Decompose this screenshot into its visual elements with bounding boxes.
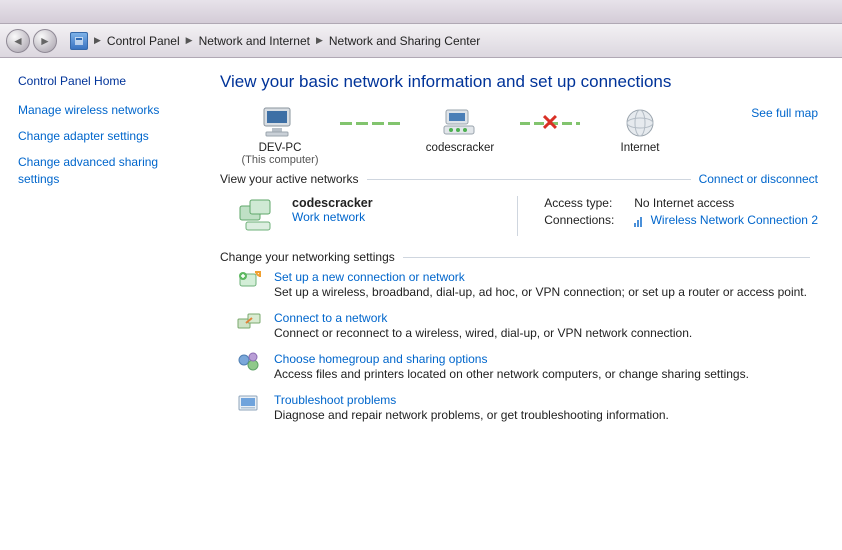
access-type-value: No Internet access [634,196,734,210]
breadcrumb-item[interactable]: Network and Sharing Center [325,34,484,48]
task-troubleshoot[interactable]: Troubleshoot problems Diagnose and repai… [220,387,818,428]
task-link[interactable]: Set up a new connection or network [274,270,465,284]
task-homegroup[interactable]: Choose homegroup and sharing options Acc… [220,346,818,387]
window-titlebar [0,0,842,24]
wireless-signal-icon [634,215,644,227]
arrow-left-icon: ◄ [12,34,24,48]
forward-button[interactable]: ► [33,29,57,53]
active-networks-header: View your active networks Connect or dis… [220,172,818,186]
map-node-label: DEV-PC [220,142,340,154]
task-description: Set up a wireless, broadband, dial-up, a… [274,285,807,299]
section-title: View your active networks [220,172,359,186]
connection-broken-icon: ✕ [541,110,559,136]
control-panel-icon [70,32,88,50]
main-panel: View your basic network information and … [200,58,842,550]
network-map: See full map DEV-PC (This computer) [220,106,818,166]
map-node-label: Internet [580,142,700,154]
page-heading: View your basic network information and … [220,72,818,92]
connections-label: Connections: [544,213,634,227]
task-connect-network[interactable]: Connect to a network Connect or reconnec… [220,305,818,346]
chevron-right-icon: ▶ [314,35,325,46]
arrow-right-icon: ► [39,34,51,48]
active-network-type-link[interactable]: Work network [292,210,365,224]
globe-icon [618,106,662,140]
router-icon [438,106,482,140]
connect-network-icon [236,311,264,335]
map-node-this-pc[interactable]: DEV-PC (This computer) [220,106,340,166]
map-node-sublabel: (This computer) [220,154,340,166]
breadcrumb: ▶ Control Panel ▶ Network and Internet ▶… [92,34,484,48]
active-network-name: codescracker [292,196,373,210]
chevron-right-icon: ▶ [184,35,195,46]
task-description: Diagnose and repair network problems, or… [274,408,669,422]
homegroup-icon [236,352,264,376]
task-description: Access files and printers located on oth… [274,367,749,381]
new-connection-icon [236,270,264,294]
task-link[interactable]: Choose homegroup and sharing options [274,352,487,366]
map-connector-active [340,106,400,140]
sidebar-link-advanced-sharing[interactable]: Change advanced sharing settings [18,154,188,186]
connection-link[interactable]: Wireless Network Connection 2 [651,213,818,227]
breadcrumb-item[interactable]: Control Panel [103,34,184,48]
networking-settings-header: Change your networking settings [220,250,818,264]
troubleshoot-icon [236,393,264,417]
sidebar-link-change-adapter[interactable]: Change adapter settings [18,128,188,144]
sidebar-home-link[interactable]: Control Panel Home [18,74,188,88]
task-description: Connect or reconnect to a wireless, wire… [274,326,692,340]
task-setup-connection[interactable]: Set up a new connection or network Set u… [220,264,818,305]
map-connector-broken: ✕ [520,106,580,140]
section-title: Change your networking settings [220,250,395,264]
see-full-map-link[interactable]: See full map [751,106,818,120]
map-node-router[interactable]: codescracker [400,106,520,154]
map-node-label: codescracker [400,142,520,154]
computer-icon [258,106,302,140]
active-network-item: codescracker Work network Access type: N… [220,186,818,248]
connect-disconnect-link[interactable]: Connect or disconnect [699,172,818,186]
network-category-icon [236,196,282,236]
task-link[interactable]: Connect to a network [274,311,387,325]
back-button[interactable]: ◄ [6,29,30,53]
map-node-internet[interactable]: Internet [580,106,700,154]
address-toolbar: ◄ ► ▶ Control Panel ▶ Network and Intern… [0,24,842,58]
task-link[interactable]: Troubleshoot problems [274,393,396,407]
breadcrumb-item[interactable]: Network and Internet [195,34,314,48]
chevron-right-icon: ▶ [92,35,103,46]
sidebar: Control Panel Home Manage wireless netwo… [0,58,200,550]
access-type-label: Access type: [544,196,634,210]
sidebar-link-manage-wireless[interactable]: Manage wireless networks [18,102,188,118]
